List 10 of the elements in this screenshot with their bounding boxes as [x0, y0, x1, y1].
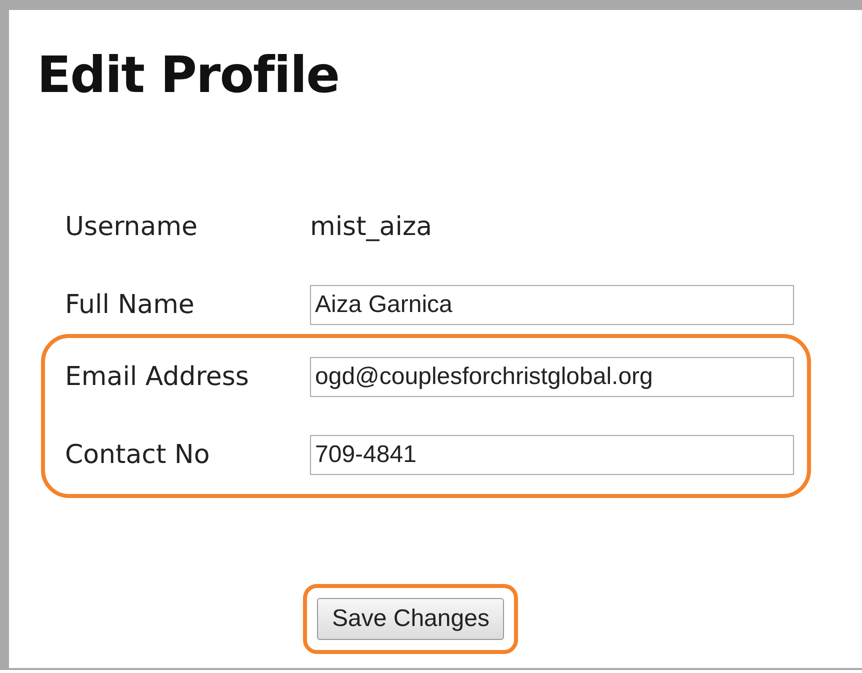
- input-field[interactable]: ogd@couplesforchristglobal.org: [310, 357, 794, 397]
- save-button[interactable]: Save Changes: [317, 598, 504, 640]
- field-label: Username: [65, 212, 199, 242]
- username-value: mist_aiza: [310, 212, 432, 242]
- field-label: Email Address: [65, 362, 250, 392]
- page-title: Edit Profile: [37, 45, 340, 106]
- field-label: Full Name: [65, 290, 196, 320]
- input-field[interactable]: 709-4841: [310, 435, 794, 475]
- input-field[interactable]: Aiza Garnica: [310, 285, 794, 325]
- field-label: Contact No: [65, 440, 211, 470]
